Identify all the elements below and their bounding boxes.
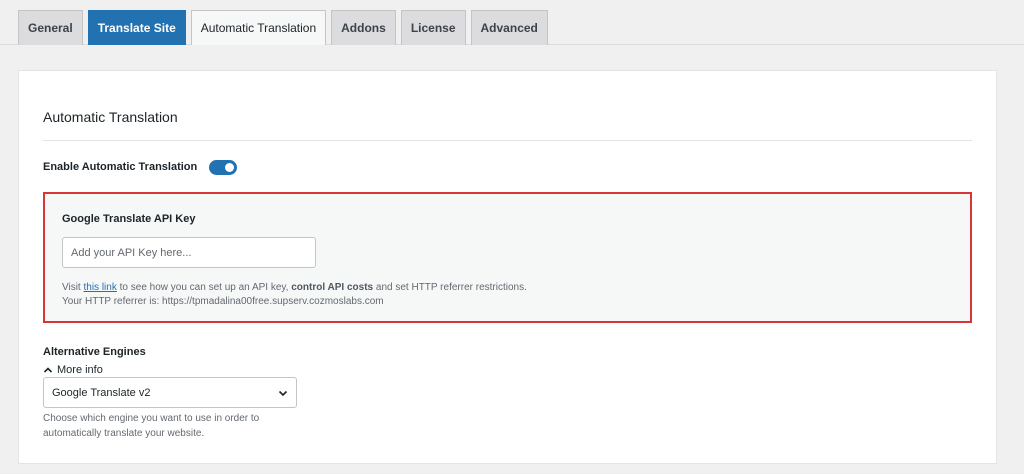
enable-automatic-translation-label: Enable Automatic Translation (43, 161, 198, 173)
api-key-input[interactable] (62, 237, 316, 268)
more-info-toggle[interactable]: More info (43, 364, 103, 376)
api-key-title: Google Translate API Key (62, 213, 196, 225)
enable-automatic-translation-toggle[interactable] (209, 160, 237, 175)
alternative-engines-title: Alternative Engines (43, 346, 146, 358)
tab-advanced[interactable]: Advanced (470, 10, 548, 45)
api-key-highlight-box: Google Translate API Key Visit this link… (43, 192, 972, 323)
api-help-middle: to see how you can set up an API key, (116, 282, 292, 293)
section-title: Automatic Translation (43, 109, 178, 125)
tab-license[interactable]: License (400, 10, 466, 45)
section-divider (43, 140, 972, 141)
setup-api-key-link[interactable]: this link (84, 282, 117, 293)
http-referrer-text: Your HTTP referrer is: https://tpmadalin… (62, 296, 384, 307)
tab-translate-site[interactable]: Translate Site (87, 10, 186, 45)
api-help-prefix: Visit (62, 282, 84, 293)
tab-general[interactable]: General (18, 10, 83, 45)
engine-help-text: Choose which engine you want to use in o… (43, 413, 260, 439)
more-info-label: More info (57, 364, 103, 376)
engine-select[interactable]: Google Translate v2 (43, 377, 297, 408)
settings-card: Automatic Translation Enable Automatic T… (18, 70, 997, 464)
settings-tabs: General Translate Site Automatic Transla… (18, 10, 548, 45)
tab-addons[interactable]: Addons (331, 10, 396, 45)
api-help-bold: control API costs (291, 282, 374, 293)
api-key-help-text: Visit this link to see how you can set u… (62, 281, 527, 309)
toggle-knob (225, 163, 234, 172)
chevron-up-icon (43, 367, 53, 373)
engine-select-value: Google Translate v2 (52, 386, 151, 399)
api-help-suffix: and set HTTP referrer restrictions. (373, 282, 527, 293)
tab-automatic-translation[interactable]: Automatic Translation (190, 10, 327, 45)
chevron-down-icon (278, 390, 288, 397)
